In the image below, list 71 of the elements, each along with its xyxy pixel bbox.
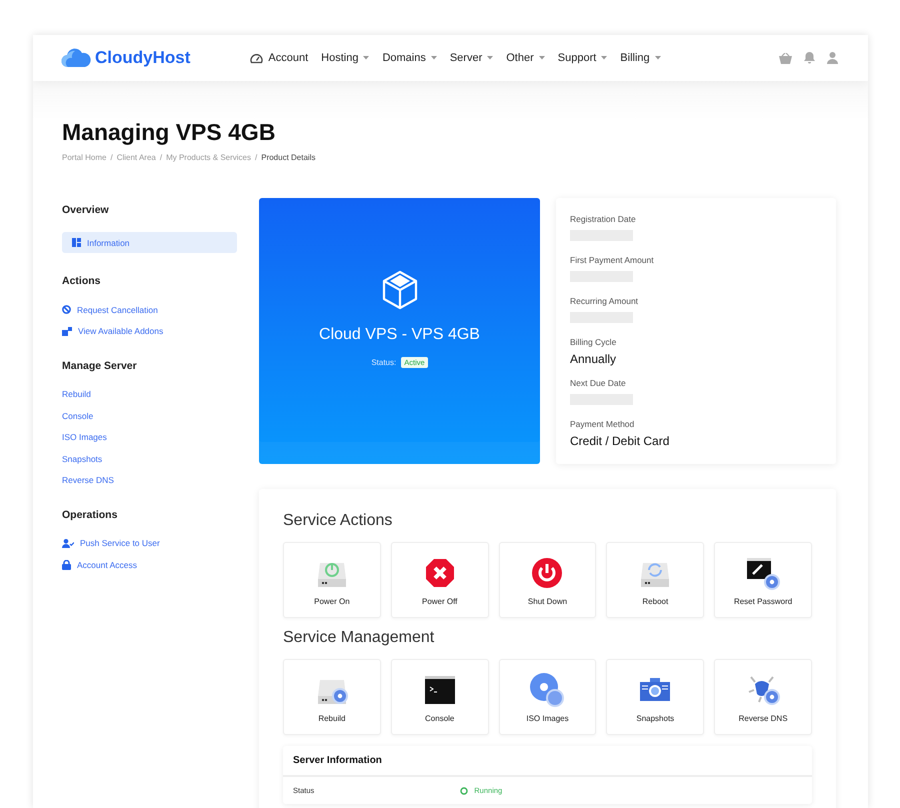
breadcrumb-separator: / [110, 153, 113, 162]
caret-icon [654, 56, 661, 60]
detail-value: Credit / Debit Card [570, 434, 670, 449]
detail-label: First Payment Amount [570, 255, 655, 266]
sidebar-item[interactable]: Rebuild [62, 388, 237, 400]
action-tile[interactable]: ISO Images [498, 659, 596, 735]
gauge-icon [250, 52, 264, 64]
nav-link[interactable]: Billing [620, 52, 661, 64]
action-tile[interactable]: Snapshots [606, 659, 704, 735]
ban-icon [62, 305, 71, 314]
section-heading: Service Actions [283, 512, 394, 530]
disc-icon [529, 672, 566, 708]
sidebar-item[interactable]: Console [62, 409, 237, 422]
nav-link[interactable]: Support [558, 52, 608, 64]
cube-icon [382, 270, 418, 310]
action-tile[interactable]: Rebuild [283, 659, 381, 735]
cloud-logo-icon [61, 48, 91, 68]
sidebar-heading: Actions [62, 275, 102, 287]
sidebar-item[interactable]: Account Access [62, 558, 237, 571]
sidebar-item[interactable]: Push Service to User [62, 536, 237, 550]
action-tile[interactable]: Console [390, 659, 489, 735]
nav-link[interactable]: Server [450, 52, 494, 64]
nav-link[interactable]: Account [250, 52, 308, 64]
nav-link[interactable]: Hosting [321, 52, 370, 64]
detail-label: Next Due Date [570, 378, 627, 389]
action-tile[interactable]: Power On [283, 542, 381, 618]
sidebar-heading: Manage Server [62, 360, 138, 372]
lock-icon [62, 560, 71, 570]
sidebar-heading: Overview [62, 204, 110, 216]
sidebar-item[interactable]: ISO Images [62, 430, 237, 444]
bell-icon[interactable] [804, 52, 815, 64]
detail-label: Recurring Amount [570, 296, 640, 307]
detail-label: Billing Cycle [570, 337, 618, 348]
circle-icon [460, 786, 468, 794]
card-title: Server Information [283, 746, 812, 777]
sidebar-item[interactable]: Request Cancellation [62, 303, 237, 316]
user-icon[interactable] [827, 52, 838, 64]
product-name: Cloud VPS - VPS 4GB [319, 326, 480, 344]
detail-label: Payment Method [570, 419, 636, 430]
power-icon [531, 556, 564, 588]
breadcrumb-link[interactable]: Product Details [261, 153, 316, 162]
action-tile[interactable]: Reverse DNS [714, 659, 812, 735]
stop-x-icon [424, 556, 456, 588]
action-tile[interactable]: Reset Password [714, 542, 812, 618]
brand-logo[interactable]: CloudyHost [61, 48, 190, 68]
basket-icon[interactable] [779, 52, 792, 64]
breadcrumb-separator: / [255, 153, 258, 162]
sidebar-item[interactable]: Information [62, 232, 237, 253]
page-title: Managing VPS 4GB [62, 119, 276, 146]
dashboard-icon [72, 238, 81, 247]
sidebar-item[interactable]: View Available Addons [62, 324, 237, 338]
caret-icon [430, 56, 437, 60]
detail-value: Annually [570, 352, 618, 367]
caret-icon [601, 56, 608, 60]
nav-link[interactable]: Other [506, 52, 545, 64]
sidebar-heading: Operations [62, 508, 118, 520]
caret-icon [487, 56, 494, 60]
breadcrumb-separator: / [160, 153, 162, 162]
caret-icon [363, 56, 370, 60]
detail-label: Registration Date [570, 214, 637, 225]
nav-link[interactable]: Domains [382, 52, 437, 64]
action-tile[interactable]: Power Off [390, 542, 489, 618]
sidebar-item[interactable]: Reverse DNS [62, 474, 237, 486]
addons-icon [62, 326, 72, 336]
status-label: Status: [371, 358, 396, 367]
action-tile[interactable]: Reboot [606, 542, 704, 618]
user-check-icon [62, 538, 74, 548]
sidebar-item[interactable]: Snapshots [62, 452, 237, 465]
caret-icon [538, 56, 545, 60]
section-heading: Service Management [283, 629, 436, 647]
action-tile[interactable]: Shut Down [498, 542, 596, 618]
